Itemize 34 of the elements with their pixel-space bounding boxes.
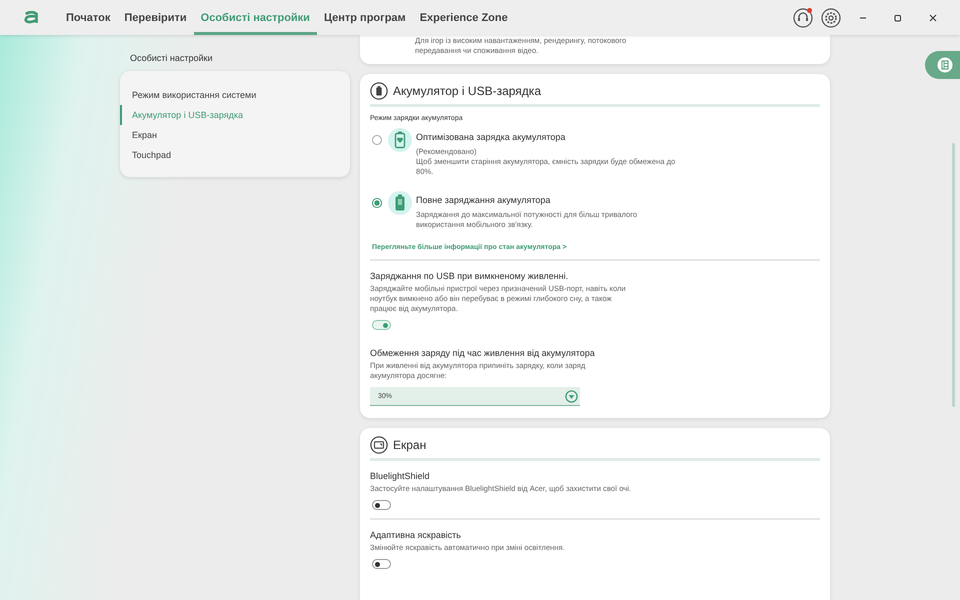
- nav-tab[interactable]: Experience Zone: [412, 0, 515, 35]
- section-title: Акумулятор і USB-зарядка: [393, 84, 541, 98]
- sidebar-title: Особисті настройки: [130, 53, 214, 63]
- toggle-switch[interactable]: [372, 320, 391, 330]
- display-icon: [370, 436, 388, 454]
- maximize-icon: [892, 12, 902, 22]
- side-panel-button[interactable]: [925, 51, 960, 79]
- battery-full-icon: [388, 191, 412, 215]
- toggle-switch[interactable]: [372, 559, 391, 569]
- radio-button[interactable]: [372, 135, 382, 145]
- setting-title: Заряджання по USB при вимкненому живленні.: [370, 271, 570, 281]
- toggle-switch[interactable]: [372, 500, 391, 510]
- scrollbar[interactable]: [952, 143, 955, 407]
- nav-tab[interactable]: Центр програм: [316, 0, 413, 35]
- battery-icon: [370, 82, 388, 100]
- support-button[interactable]: [793, 8, 813, 28]
- list-icon: [936, 57, 952, 73]
- setting-title: Обмеження заряду під час живлення від акумулятора: [370, 348, 596, 358]
- option-title: Повне заряджання акумулятора: [416, 195, 552, 205]
- sidebar-item[interactable]: Екран: [120, 125, 350, 145]
- nav-tab[interactable]: Початок: [59, 0, 118, 35]
- sidebar-item[interactable]: Режим використання системи: [120, 85, 350, 105]
- option-title: Оптимізована зарядка акумулятора: [416, 132, 566, 142]
- settings-icon: [821, 8, 841, 28]
- radio-button[interactable]: [372, 198, 382, 208]
- nav-tab[interactable]: Перевірити: [117, 0, 194, 35]
- close-icon: [928, 12, 938, 22]
- setting-title: Адаптивна яскравість: [370, 530, 462, 540]
- logo-icon: [23, 11, 41, 24]
- sidebar-item[interactable]: Touchpad: [120, 145, 350, 165]
- headset-icon: [793, 8, 813, 28]
- setting-title: BluelightShield: [370, 471, 431, 481]
- section-title: Екран: [393, 438, 426, 452]
- settings-button[interactable]: [821, 8, 841, 28]
